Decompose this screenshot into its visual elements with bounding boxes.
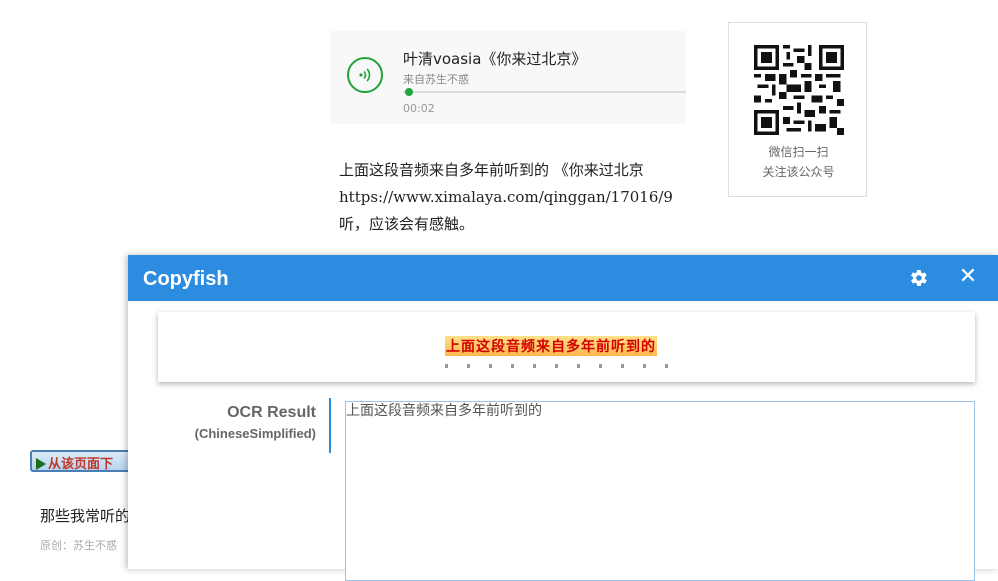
ocr-result-label: OCR Result [227, 404, 316, 421]
article-line: 听，应该会有感触。 [339, 215, 475, 233]
qr-code-image [754, 45, 844, 135]
ocr-preview-image: 上面这段音频来自多年前听到的 [158, 312, 975, 382]
article-list-title[interactable]: 那些我常听的 [40, 505, 130, 526]
download-banner[interactable]: 从该页面下 [30, 450, 140, 472]
qr-code-box: 微信扫一扫 关注该公众号 [728, 22, 867, 197]
gear-icon[interactable] [907, 267, 929, 289]
copyfish-panel: Copyfish ✕ 上面这段音频来自多年前听到的 OCR Result (Ch… [128, 255, 998, 581]
ocr-result-textarea[interactable]: 上面这段音频来自多年前听到的 [345, 401, 975, 581]
sound-wave-icon [359, 68, 371, 82]
audio-progress-track[interactable] [403, 88, 686, 96]
qr-caption-follow: 关注该公众号 [762, 165, 835, 179]
article-line: 上面这段音频来自多年前听到的 《你来过北京 [339, 161, 644, 179]
audio-progress-handle[interactable] [404, 88, 413, 96]
copyfish-header: Copyfish ✕ [128, 255, 998, 301]
audio-source: 来自苏生不惑 [403, 73, 469, 86]
play-arrow-icon [36, 457, 46, 470]
ocr-preview-text: 上面这段音频来自多年前听到的 [445, 336, 657, 356]
article-list-meta: 原创：苏生不惑 [40, 539, 117, 552]
audio-time: 00:02 [403, 102, 435, 115]
article-paragraph: 上面这段音频来自多年前听到的 《你来过北京 https://www.ximala… [339, 157, 686, 238]
audio-play-button[interactable] [347, 57, 383, 93]
ocr-result-label-group: OCR Result (ChineseSimplified) [138, 404, 316, 441]
qr-caption-scan: 微信扫一扫 [768, 145, 829, 159]
ocr-language-label: (ChineseSimplified) [194, 426, 316, 441]
close-icon[interactable]: ✕ [956, 264, 980, 290]
copyfish-title: Copyfish [143, 268, 229, 290]
audio-title: 叶清voasia《你来过北京》 [403, 50, 587, 68]
label-divider [329, 398, 331, 453]
download-banner-label: 从该页面下 [48, 457, 114, 472]
audio-card: 叶清voasia《你来过北京》 来自苏生不惑 00:02 [330, 31, 686, 124]
article-link[interactable]: https://www.ximalaya.com/qinggan/17016/9 [339, 184, 686, 211]
preview-cropped-row [445, 364, 685, 368]
